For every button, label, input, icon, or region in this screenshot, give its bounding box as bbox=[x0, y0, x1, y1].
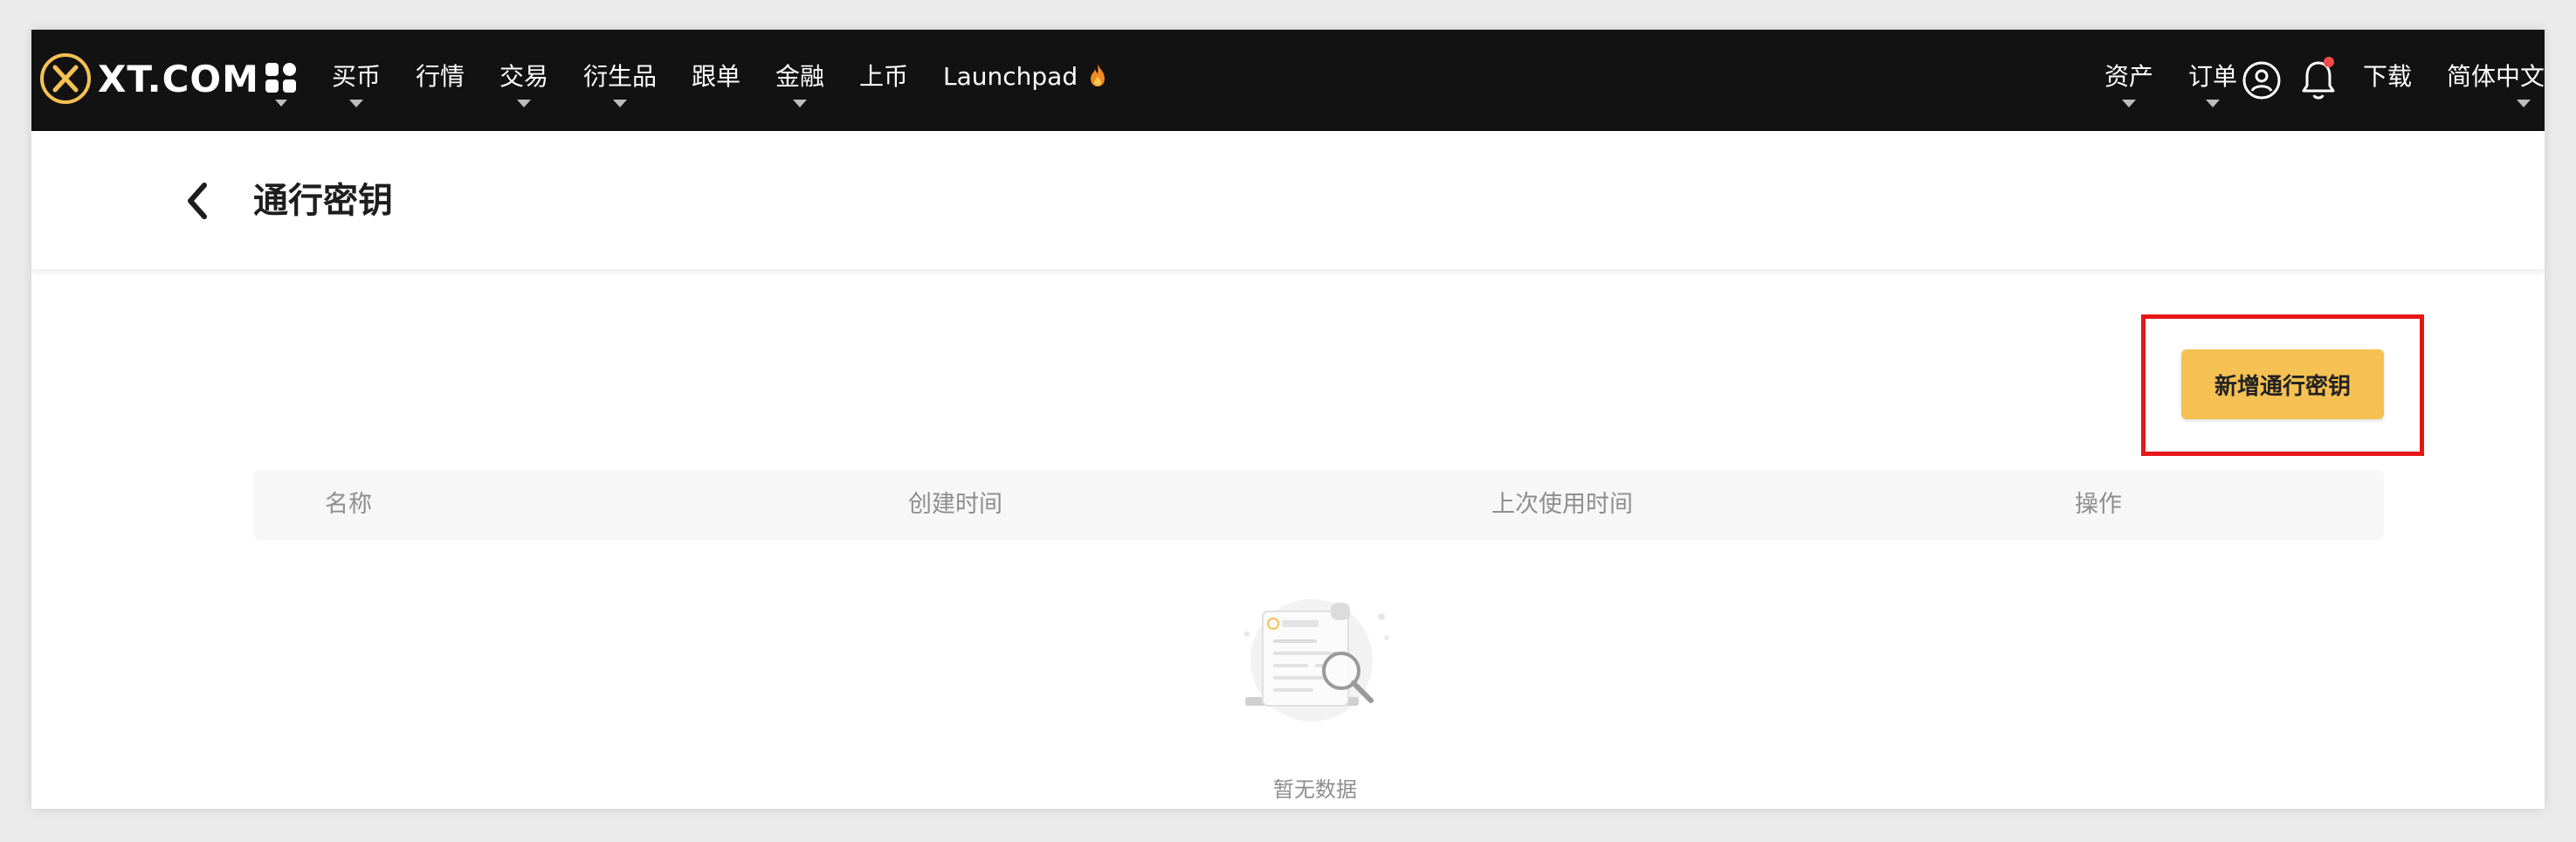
chevron-down-icon bbox=[2122, 100, 2136, 107]
column-header-actions: 操作 bbox=[2075, 491, 2122, 518]
fire-icon bbox=[1091, 64, 1105, 86]
chevron-down-icon bbox=[793, 100, 807, 107]
nav-label: 跟单 bbox=[692, 62, 741, 91]
nav-label: 交易 bbox=[499, 62, 549, 91]
column-header-last-used-time: 上次使用时间 bbox=[1491, 491, 1633, 518]
page-header: 通行密钥 bbox=[31, 131, 2545, 269]
nav-label: 金融 bbox=[775, 62, 825, 91]
nav-label: 订单 bbox=[2188, 62, 2238, 91]
chevron-down-icon bbox=[517, 100, 531, 107]
nav-launchpad[interactable]: Launchpad bbox=[943, 59, 1108, 94]
nav-label: 买币 bbox=[332, 62, 382, 91]
nav-derivatives[interactable]: 衍生品 bbox=[583, 59, 658, 107]
nav-language[interactable]: 简体中文 bbox=[2447, 59, 2545, 107]
user-circle-icon[interactable] bbox=[2241, 59, 2283, 101]
nav-label: 行情 bbox=[416, 62, 465, 91]
chevron-left-icon[interactable] bbox=[180, 176, 213, 225]
add-passkey-button[interactable]: 新增通行密钥 bbox=[2181, 349, 2384, 419]
bell-icon[interactable] bbox=[2298, 56, 2338, 103]
nav-assets[interactable]: 资产 bbox=[2104, 59, 2154, 107]
nav-listing[interactable]: 上币 bbox=[859, 59, 908, 94]
nav-download[interactable]: 下载 bbox=[2363, 59, 2412, 94]
nav-orders[interactable]: 订单 bbox=[2188, 59, 2238, 107]
chevron-down-icon bbox=[2206, 100, 2220, 107]
empty-state-text: 暂无数据 bbox=[1273, 777, 1357, 802]
xt-logo-icon bbox=[40, 53, 91, 104]
nav-label: 资产 bbox=[2104, 62, 2154, 91]
chevron-down-icon bbox=[2517, 100, 2531, 107]
chevron-down-icon bbox=[349, 100, 363, 107]
nav-label: 简体中文 bbox=[2447, 62, 2545, 91]
nav-label: 上币 bbox=[859, 62, 909, 91]
nav-finance[interactable]: 金融 bbox=[775, 59, 825, 107]
nav-copy-trading[interactable]: 跟单 bbox=[692, 59, 740, 94]
column-header-name: 名称 bbox=[325, 491, 372, 518]
notification-dot bbox=[2324, 57, 2334, 67]
nav-label: Launchpad bbox=[943, 62, 1078, 91]
nav-buy-crypto[interactable]: 买币 bbox=[332, 59, 382, 107]
table-header: 名称 创建时间 上次使用时间 操作 bbox=[253, 470, 2384, 540]
app-window: XT.COM 买币 行情 交易 衍生品 跟单 金融 上币 Launchpad 资… bbox=[31, 30, 2545, 809]
xt-logo[interactable]: XT.COM bbox=[38, 51, 259, 107]
apps-grid-icon[interactable] bbox=[264, 61, 299, 108]
empty-search-illustration-icon bbox=[1244, 599, 1389, 721]
nav-label: 下载 bbox=[2363, 62, 2413, 91]
top-navigation-bar: XT.COM 买币 行情 交易 衍生品 跟单 金融 上币 Launchpad 资… bbox=[31, 30, 2545, 131]
nav-markets[interactable]: 行情 bbox=[416, 59, 465, 94]
nav-label: 衍生品 bbox=[583, 62, 658, 91]
nav-trade[interactable]: 交易 bbox=[499, 59, 549, 107]
logo-text: XT.COM bbox=[98, 57, 259, 100]
page-title: 通行密钥 bbox=[253, 181, 393, 221]
chevron-down-icon bbox=[613, 100, 627, 107]
column-header-created-time: 创建时间 bbox=[908, 491, 1002, 518]
